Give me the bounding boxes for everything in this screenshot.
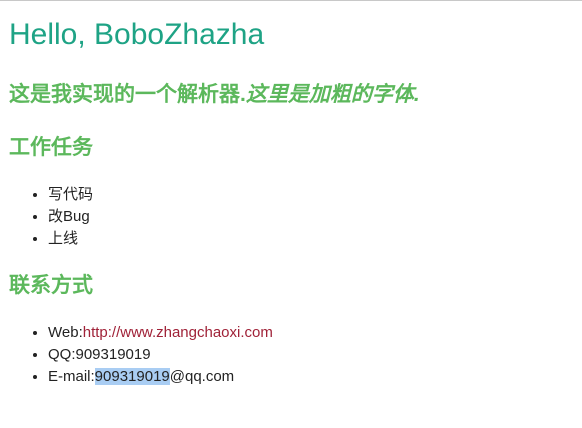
tasks-heading: 工作任务 bbox=[9, 136, 93, 159]
intro-text: 这是我实现的一个解析器. bbox=[9, 83, 246, 106]
list-item-task-deploy: 上线 bbox=[48, 228, 93, 250]
list-item-email: E-mail:909319019@qq.com bbox=[48, 366, 273, 388]
contact-list: Web:http://www.zhangchaoxi.com QQ:909319… bbox=[9, 322, 273, 388]
web-label: Web: bbox=[48, 324, 83, 341]
window-top-border bbox=[0, 0, 582, 1]
tasks-list: 写代码 改Bug 上线 bbox=[9, 184, 93, 250]
list-item-task-fix-bug: 改Bug bbox=[48, 206, 93, 228]
intro-paragraph: 这是我实现的一个解析器.这里是加粗的字体. bbox=[9, 80, 420, 110]
list-item-task-write-code: 写代码 bbox=[48, 184, 93, 206]
list-item-web: Web:http://www.zhangchaoxi.com bbox=[48, 322, 273, 344]
email-label: E-mail: bbox=[48, 368, 95, 385]
list-item-qq: QQ:909319019 bbox=[48, 344, 273, 366]
email-selected-text[interactable]: 909319019 bbox=[94, 368, 170, 385]
page-title: Hello, BoboZhazha bbox=[9, 18, 265, 51]
intro-bold-italic-text: 这里是加粗的字体 bbox=[245, 83, 414, 106]
intro-suffix: . bbox=[413, 83, 420, 106]
website-link[interactable]: http://www.zhangchaoxi.com bbox=[83, 324, 273, 341]
email-domain: @qq.com bbox=[169, 368, 235, 385]
contact-heading: 联系方式 bbox=[9, 274, 93, 297]
